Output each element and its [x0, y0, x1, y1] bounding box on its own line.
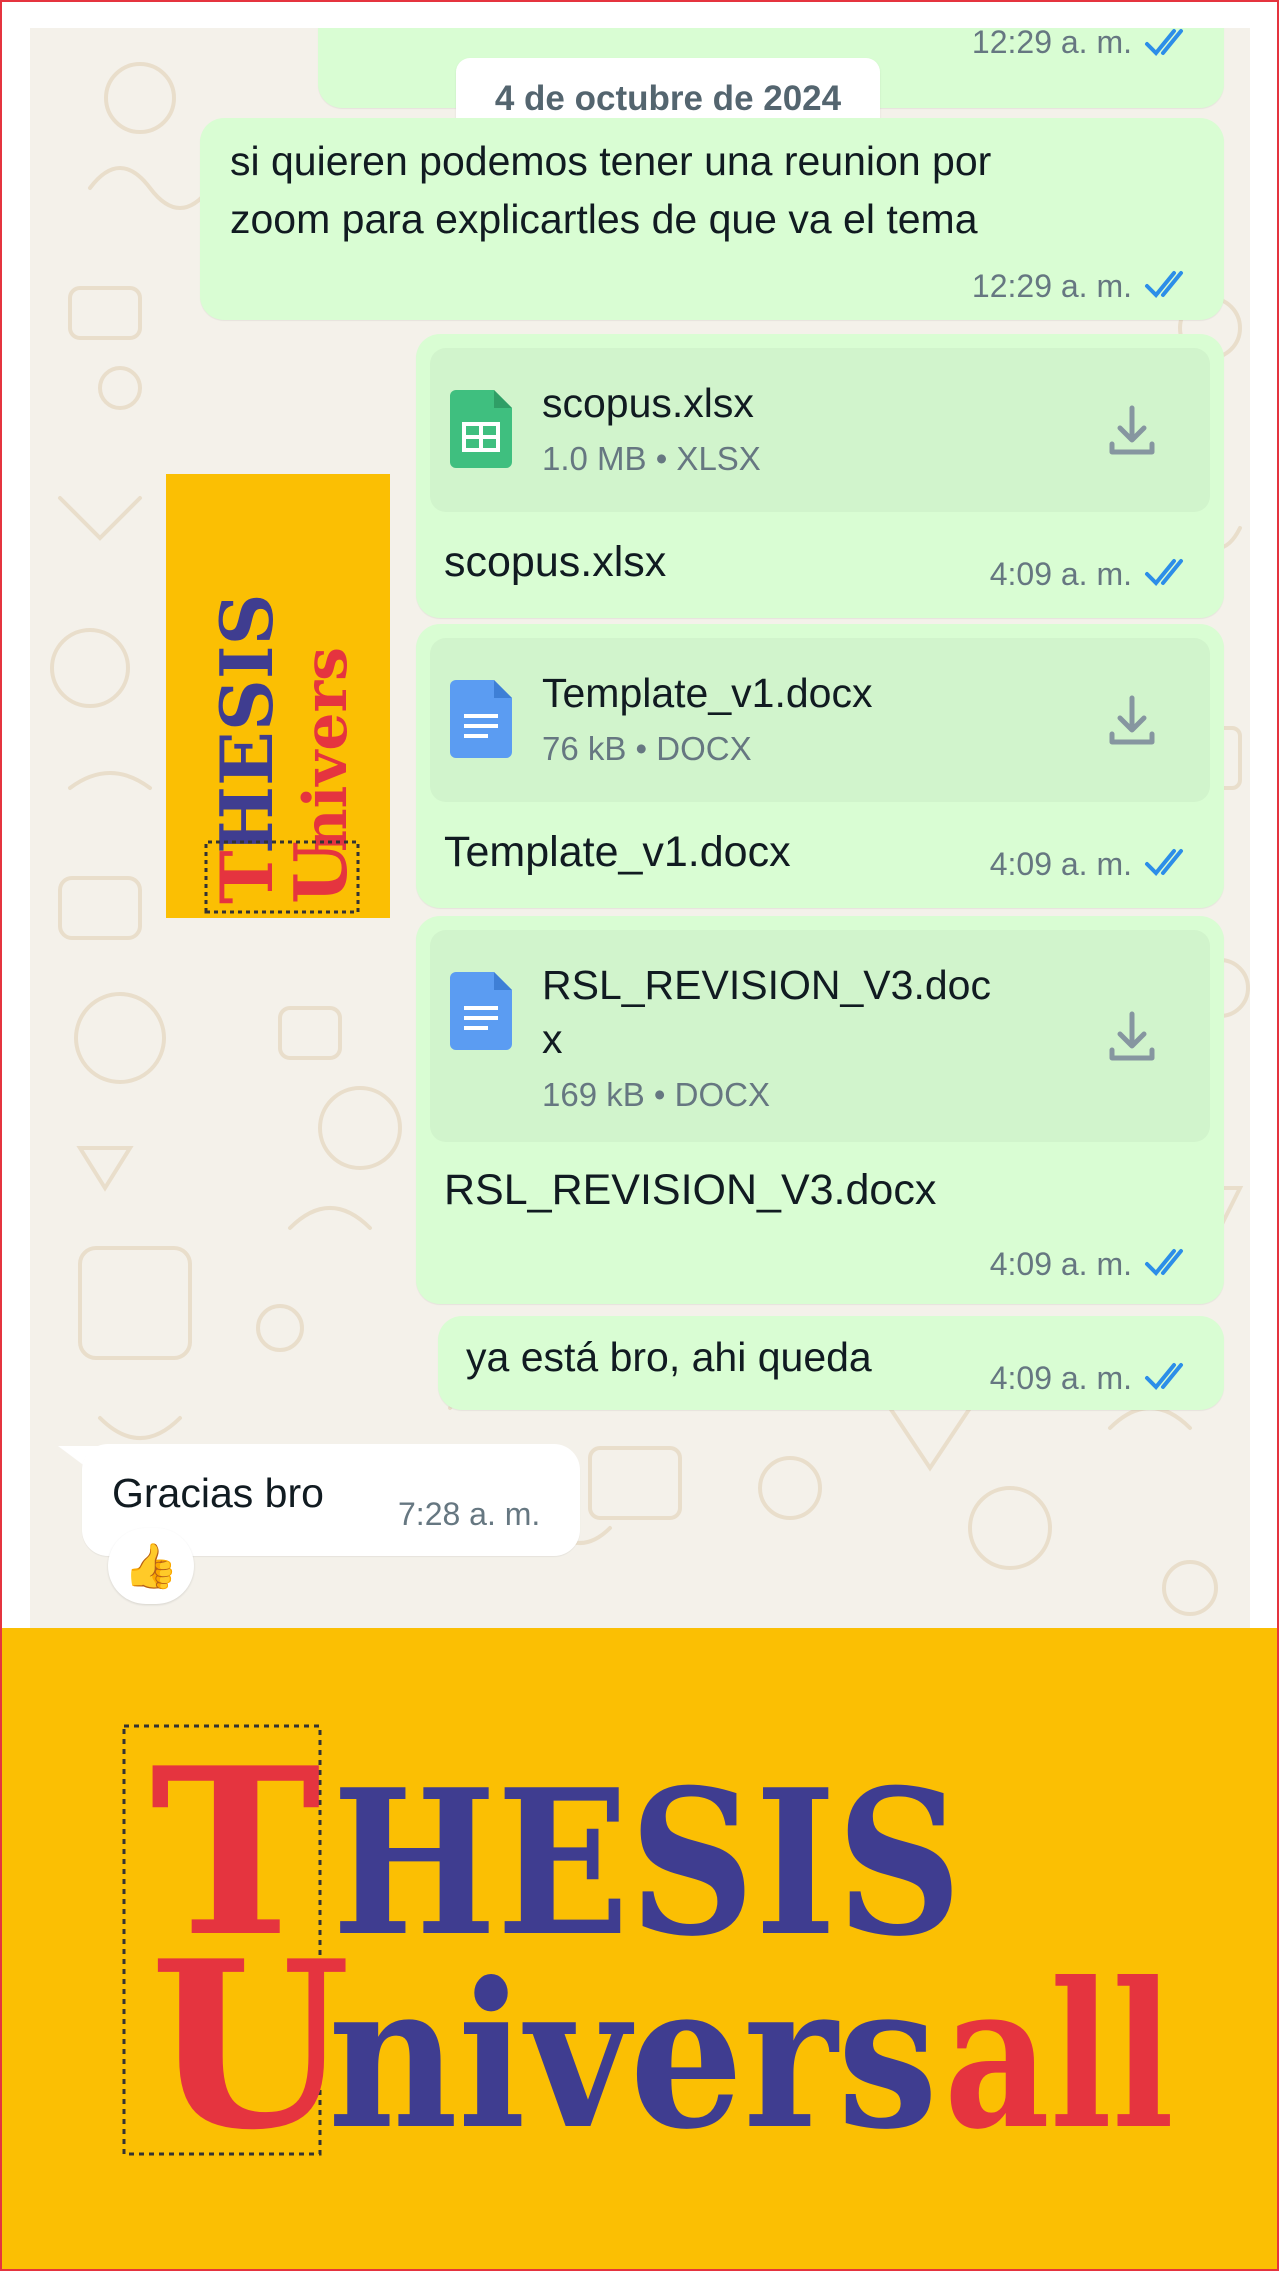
screenshot-frame: 12:29 a. m. 4 de octubre de 2024 si quie… [0, 0, 1279, 2271]
file-meta: 169 kB • DOCX [542, 1076, 770, 1113]
message-text: Gracias bro [112, 1470, 324, 1516]
message-bubble[interactable]: ya está bro, ahi queda 4:09 a. m. [438, 1316, 1224, 1410]
file-name: Template_v1.docx [542, 670, 873, 716]
message-text-line1: si quieren podemos tener una reunion por [230, 138, 992, 184]
message-time: 12:29 a. m. [971, 28, 1132, 60]
banner-all: all [944, 1939, 1174, 2174]
thumbs-up-reaction[interactable]: 👍 [108, 1528, 194, 1604]
read-receipt-icon [1145, 29, 1183, 56]
spreadsheet-icon [450, 390, 512, 468]
download-icon[interactable] [1104, 692, 1160, 748]
banner-logo-mark: T HESIS U nivers all [122, 1718, 1174, 2181]
small-logo-t: T [204, 850, 289, 904]
message-time: 4:09 a. m. [989, 1360, 1132, 1396]
chat-area[interactable]: 12:29 a. m. 4 de octubre de 2024 si quie… [30, 28, 1250, 1628]
file-name-line1: RSL_REVISION_V3.doc [542, 962, 991, 1008]
read-receipt-icon [1145, 1363, 1183, 1390]
document-icon [450, 680, 512, 758]
banner-nivers: nivers [328, 1939, 938, 2174]
file-caption: Template_v1.docx [444, 828, 791, 876]
file-caption: scopus.xlsx [444, 538, 667, 586]
file-caption: RSL_REVISION_V3.docx [444, 1166, 937, 1214]
file-card[interactable]: RSL_REVISION_V3.doc x 169 kB • DOCX [430, 930, 1210, 1142]
file-message-bubble[interactable]: scopus.xlsx 1.0 MB • XLSX scopus.xlsx 4:… [416, 334, 1224, 618]
small-logo-mark: T HESIS U nivers [204, 593, 363, 914]
message-time: 12:29 a. m. [971, 268, 1132, 304]
thesis-universall-small-logo: T HESIS U nivers [166, 474, 390, 918]
banner-u: U [150, 1911, 351, 2181]
file-name-line2: x [542, 1016, 563, 1062]
message-text-line2: zoom para explicartles de que va el tema [230, 196, 978, 242]
message-text: ya está bro, ahi queda [466, 1334, 872, 1380]
download-icon[interactable] [1104, 402, 1160, 458]
read-receipt-icon [1145, 849, 1183, 876]
document-icon [450, 972, 512, 1050]
file-message-bubble[interactable]: RSL_REVISION_V3.doc x 169 kB • DOCX RSL_… [416, 916, 1224, 1304]
file-meta: 1.0 MB • XLSX [542, 440, 761, 477]
thesis-universall-banner: T HESIS U nivers all [2, 1628, 1277, 2269]
message-time: 7:28 a. m. [398, 1496, 541, 1532]
read-receipt-icon [1145, 271, 1183, 298]
message-time: 4:09 a. m. [989, 1246, 1132, 1282]
file-message-bubble[interactable]: Template_v1.docx 76 kB • DOCX Template_v… [416, 624, 1224, 908]
message-time: 4:09 a. m. [989, 846, 1132, 882]
download-icon[interactable] [1104, 1008, 1160, 1064]
file-name: scopus.xlsx [542, 380, 754, 426]
small-logo-universall: nivers [291, 647, 361, 852]
read-receipt-icon [1145, 1249, 1183, 1276]
file-card[interactable]: Template_v1.docx 76 kB • DOCX [430, 638, 1210, 802]
message-time: 4:09 a. m. [989, 556, 1132, 592]
small-logo-thesis: HESIS [204, 593, 289, 854]
message-bubble[interactable]: si quieren podemos tener una reunion por… [200, 118, 1224, 320]
file-card[interactable]: scopus.xlsx 1.0 MB • XLSX [430, 348, 1210, 512]
file-meta: 76 kB • DOCX [542, 730, 752, 767]
read-receipt-icon [1145, 559, 1183, 586]
